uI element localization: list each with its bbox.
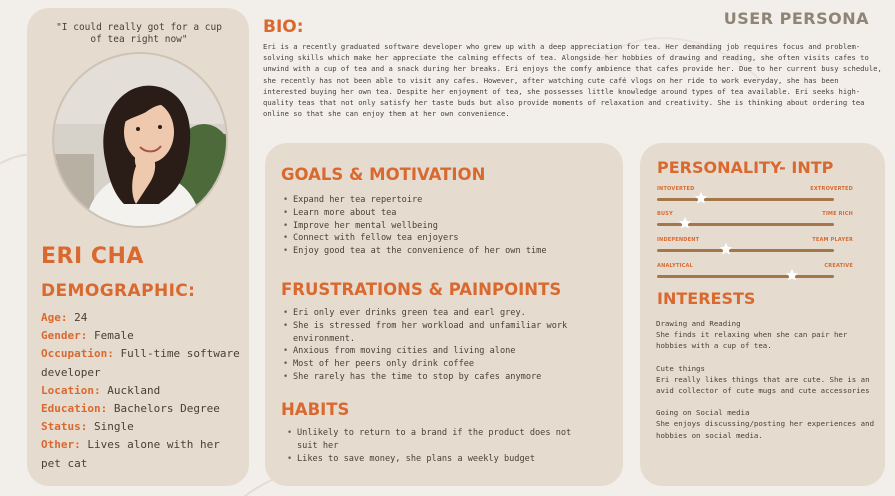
personality-panel: PERSONALITY- INTP INTOVERTED EXTROVERTED… bbox=[640, 143, 885, 486]
star-icon bbox=[695, 191, 708, 204]
demographic-item: Education: Bachelors Degree bbox=[41, 400, 241, 418]
list-item: She rarely has the time to stop by cafes… bbox=[283, 371, 588, 384]
demographic-label: Education: bbox=[41, 402, 108, 416]
list-item: Unlikely to return to a brand if the pro… bbox=[287, 427, 597, 453]
list-item: Anxious from moving cities and living al… bbox=[283, 345, 588, 358]
scale-right-label: TIME RICH bbox=[822, 211, 853, 217]
scale-right-label: CREATIVE bbox=[824, 263, 853, 269]
habits-heading: HABITS bbox=[281, 400, 350, 419]
frustrations-heading: FRUSTRATIONS & PAINPOINTS bbox=[281, 280, 562, 299]
demographic-label: Other: bbox=[41, 438, 81, 452]
bio-heading: BIO: bbox=[263, 17, 304, 37]
demographic-value: 24 bbox=[67, 311, 88, 324]
list-item: Likes to save money, she plans a weekly … bbox=[287, 453, 597, 466]
demographic-list: Age: 24 Gender: Female Occupation: Full-… bbox=[41, 309, 241, 473]
list-item: Most of her peers only drink coffee bbox=[283, 358, 588, 371]
profile-panel: "I could really got for a cup of tea rig… bbox=[27, 8, 249, 486]
interests-list: Drawing and Reading She finds it relaxin… bbox=[656, 318, 876, 452]
interest-item: Drawing and Reading She finds it relaxin… bbox=[656, 318, 876, 352]
interest-heading: Cute things bbox=[656, 363, 705, 373]
interest-text: She enjoys discussing/posting her experi… bbox=[656, 419, 875, 440]
interest-heading: Going on Social media bbox=[656, 408, 750, 418]
demographic-label: Age: bbox=[41, 311, 68, 324]
personality-scale: INDEPENDENT TEAM PLAYER bbox=[657, 237, 853, 257]
goals-panel: GOALS & MOTIVATION Expand her tea repert… bbox=[265, 143, 623, 486]
scale-track bbox=[657, 275, 834, 278]
personality-heading: PERSONALITY- INTP bbox=[657, 158, 834, 177]
page-title: USER PERSONA bbox=[723, 9, 869, 28]
star-icon bbox=[679, 216, 692, 229]
goals-list: Expand her tea repertoire Learn more abo… bbox=[283, 194, 613, 258]
scale-left-label: ANALYTICAL bbox=[657, 263, 693, 269]
star-icon bbox=[719, 242, 733, 255]
personality-scale: ANALYTICAL CREATIVE bbox=[657, 263, 853, 283]
persona-name: ERI CHA bbox=[41, 244, 144, 269]
list-item: She is stressed from her workload and un… bbox=[283, 320, 588, 346]
goals-heading: GOALS & MOTIVATION bbox=[281, 165, 486, 184]
interest-text: Eri really likes things that are cute. S… bbox=[656, 374, 870, 396]
interests-heading: INTERESTS bbox=[657, 289, 756, 308]
demographic-value: Bachelors Degree bbox=[107, 402, 220, 416]
scale-track bbox=[657, 198, 834, 201]
scale-left-label: INTOVERTED bbox=[657, 186, 695, 192]
demographic-label: Status: bbox=[41, 420, 88, 434]
frustrations-list: Eri only ever drinks green tea and earl … bbox=[283, 307, 588, 384]
scale-left-label: INDEPENDENT bbox=[657, 237, 700, 243]
demographic-item: Gender: Female bbox=[41, 327, 241, 345]
scale-right-label: EXTROVERTED bbox=[810, 186, 853, 192]
scale-left-label: BUSY bbox=[657, 211, 673, 217]
demographic-value: Female bbox=[87, 329, 134, 343]
demographic-label: Location: bbox=[41, 383, 101, 397]
list-item: Improve her mental wellbeing bbox=[283, 220, 613, 233]
star-icon bbox=[785, 268, 798, 281]
list-item: Learn more about tea bbox=[283, 207, 613, 220]
personality-scale: INTOVERTED EXTROVERTED bbox=[657, 186, 853, 206]
demographic-value: Auckland bbox=[100, 383, 161, 397]
profile-quote: "I could really got for a cup of tea rig… bbox=[56, 22, 222, 45]
interest-text: She finds it relaxing when she can pair … bbox=[656, 330, 848, 351]
list-item: Expand her tea repertoire bbox=[283, 194, 613, 207]
scale-right-label: TEAM PLAYER bbox=[812, 237, 853, 243]
demographic-label: Gender: bbox=[41, 329, 88, 343]
demographic-item: Occupation: Full-time software developer bbox=[41, 345, 241, 381]
demographic-item: Location: Auckland bbox=[41, 382, 241, 400]
demographic-label: Occupation: bbox=[41, 347, 114, 361]
demographic-item: Status: Single bbox=[41, 418, 241, 436]
interest-heading: Drawing and Reading bbox=[656, 319, 741, 328]
list-item: Connect with fellow tea enjoyers bbox=[283, 232, 613, 245]
personality-scale: BUSY TIME RICH bbox=[657, 211, 853, 231]
demographic-heading: DEMOGRAPHIC: bbox=[41, 281, 196, 301]
demographic-item: Age: 24 bbox=[41, 309, 241, 327]
bio-text: Eri is a recently graduated software dev… bbox=[263, 42, 882, 119]
demographic-item: Other: Lives alone with her pet cat bbox=[41, 436, 241, 472]
list-item: Eri only ever drinks green tea and earl … bbox=[283, 307, 588, 320]
interest-item: Cute things Eri really likes things that… bbox=[656, 363, 876, 397]
demographic-value: Single bbox=[87, 420, 134, 434]
list-item: Enjoy good tea at the convenience of her… bbox=[283, 245, 613, 258]
scale-track bbox=[657, 249, 834, 252]
profile-photo bbox=[52, 52, 228, 228]
interest-item: Going on Social media She enjoys discuss… bbox=[656, 407, 876, 441]
habits-list: Unlikely to return to a brand if the pro… bbox=[287, 427, 597, 465]
